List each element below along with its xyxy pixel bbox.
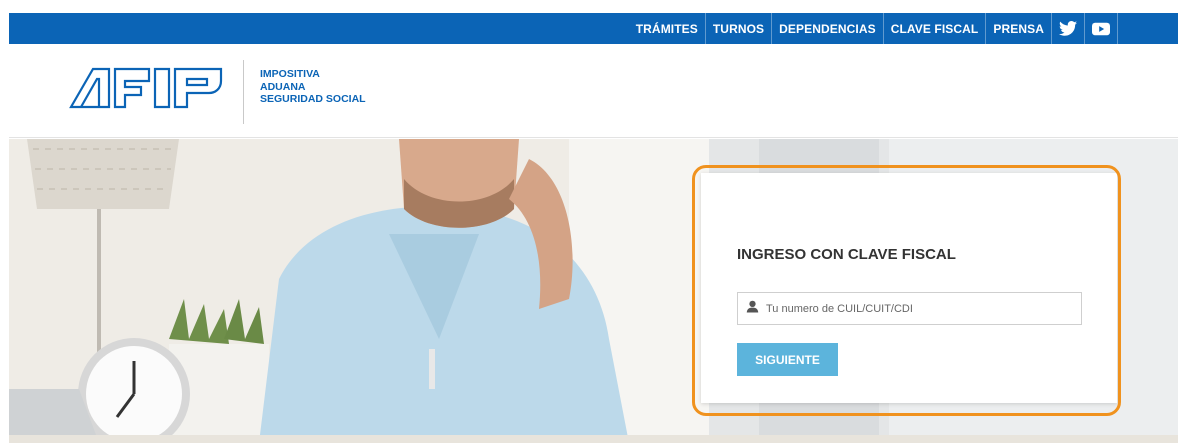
tagline-seguridad-social: SEGURIDAD SOCIAL: [260, 93, 366, 105]
cuil-input-placeholder: Tu numero de CUIL/CUIT/CDI: [766, 302, 913, 315]
nav-clave-fiscal[interactable]: CLAVE FISCAL: [884, 13, 987, 44]
nav-turnos[interactable]: TURNOS: [706, 13, 773, 44]
youtube-icon[interactable]: [1085, 13, 1118, 44]
logo-divider: [243, 60, 244, 124]
top-bar: TRÁMITES TURNOS DEPENDENCIAS CLAVE FISCA…: [9, 13, 1178, 44]
cuil-input[interactable]: Tu numero de CUIL/CUIT/CDI: [737, 292, 1082, 325]
nav-dependencias[interactable]: DEPENDENCIAS: [772, 13, 884, 44]
tagline: IMPOSITIVA ADUANA SEGURIDAD SOCIAL: [260, 68, 366, 106]
twitter-icon[interactable]: [1052, 13, 1085, 44]
nav-tramites[interactable]: TRÁMITES: [629, 13, 706, 44]
tagline-aduana: ADUANA: [260, 80, 306, 93]
login-title: INGRESO CON CLAVE FISCAL: [737, 246, 956, 263]
page: TRÁMITES TURNOS DEPENDENCIAS CLAVE FISCA…: [9, 13, 1178, 443]
login-card: INGRESO CON CLAVE FISCAL Tu numero de CU…: [701, 173, 1117, 403]
nav-prensa[interactable]: PRENSA: [986, 13, 1052, 44]
tagline-impositiva: IMPOSITIVA: [260, 68, 320, 80]
siguiente-button[interactable]: SIGUIENTE: [737, 343, 838, 376]
afip-logo[interactable]: [69, 67, 227, 114]
user-icon: [746, 300, 759, 318]
site-header: IMPOSITIVA ADUANA SEGURIDAD SOCIAL: [9, 44, 1178, 138]
top-nav: TRÁMITES TURNOS DEPENDENCIAS CLAVE FISCA…: [629, 13, 1118, 44]
